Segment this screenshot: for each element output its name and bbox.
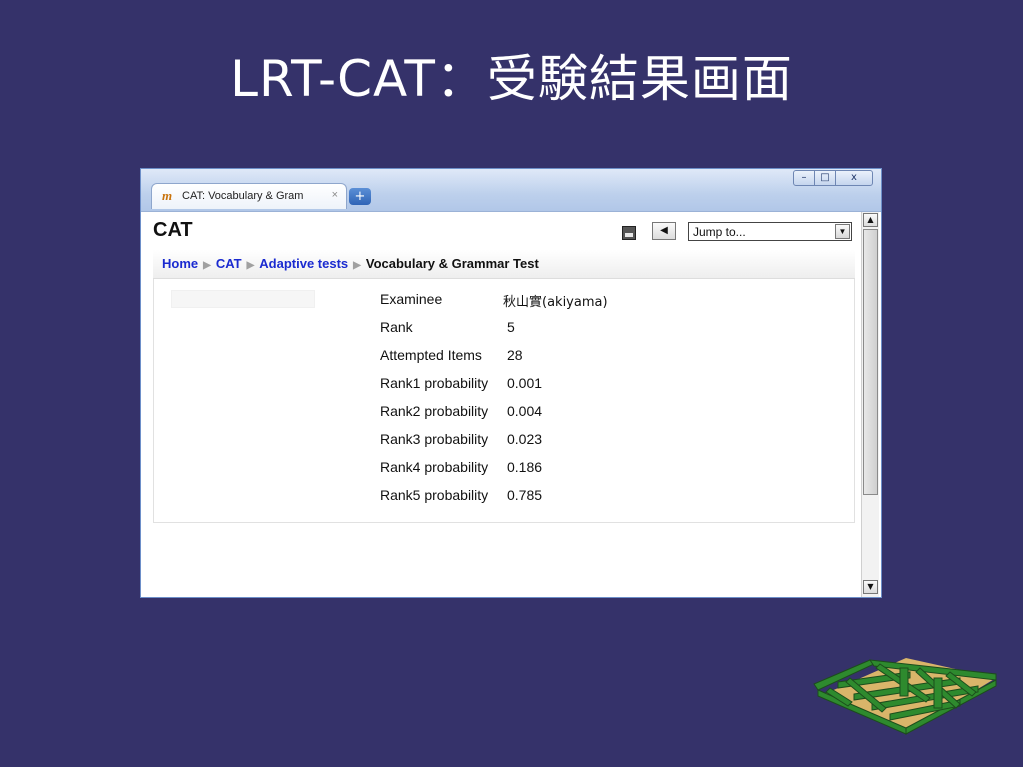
moodle-icon: m: [162, 188, 173, 203]
result-label: Rank4 probability: [380, 459, 489, 475]
result-label: Rank: [380, 319, 413, 335]
breadcrumb-adaptive-tests[interactable]: Adaptive tests: [259, 256, 348, 271]
jump-to-select[interactable]: Jump to... ▼: [688, 222, 852, 241]
blank-block: [171, 290, 315, 308]
breadcrumb-cat[interactable]: CAT: [216, 256, 242, 271]
scrollbar-thumb[interactable]: [863, 229, 878, 495]
breadcrumb-separator: ▶: [353, 260, 361, 271]
breadcrumb-home[interactable]: Home: [162, 256, 198, 271]
result-value: 0.001: [507, 375, 543, 391]
result-value: 5: [507, 319, 515, 335]
breadcrumb: Home ▶ CAT ▶ Adaptive tests ▶ Vocabulary & Gra…: [153, 250, 855, 279]
scroll-up-button[interactable]: ▲: [863, 213, 878, 227]
tab-title: CAT: Vocabulary & Gram: [182, 190, 304, 202]
result-label: Rank3 probability: [380, 431, 489, 447]
browser-window: m CAT: Vocabulary & Gram × + – □ x CAT ◀…: [140, 168, 882, 598]
result-label: Attempted Items: [380, 347, 482, 363]
breadcrumb-current: Vocabulary & Grammar Test: [365, 256, 539, 271]
result-value: 28: [507, 347, 523, 363]
result-value: 0.004: [507, 403, 543, 419]
close-window-button[interactable]: x: [835, 170, 873, 186]
minimize-button[interactable]: –: [793, 170, 815, 186]
breadcrumb-separator: ▶: [203, 260, 211, 271]
result-value: 0.023: [507, 431, 543, 447]
new-tab-button[interactable]: +: [349, 188, 371, 205]
back-button[interactable]: ◀: [652, 222, 676, 240]
page-heading: CAT: [153, 219, 193, 241]
maze-logo-icon: [813, 658, 997, 735]
slide-title: LRT-CAT：受験結果画面: [230, 50, 793, 108]
maximize-button[interactable]: □: [814, 170, 836, 186]
result-value: 0.186: [507, 459, 543, 475]
result-value: 0.785: [507, 487, 543, 503]
vertical-scrollbar[interactable]: ▲ ▼: [861, 212, 879, 597]
result-value: 秋山實(akiyama): [503, 295, 608, 310]
breadcrumb-separator: ▶: [246, 260, 255, 271]
browser-titlebar: m CAT: Vocabulary & Gram × + – □ x: [141, 169, 881, 212]
scroll-down-button[interactable]: ▼: [863, 580, 878, 594]
report-icon[interactable]: [622, 226, 636, 240]
result-label: Rank2 probability: [380, 403, 489, 419]
tab-close-icon[interactable]: ×: [332, 189, 338, 201]
result-label: Examinee: [380, 291, 443, 307]
results-panel: Examinee 秋山實(akiyama) Rank 5 Attempted I…: [153, 279, 855, 523]
result-label: Rank5 probability: [380, 487, 489, 503]
jump-to-value: Jump to...: [693, 225, 746, 239]
chevron-down-icon[interactable]: ▼: [835, 224, 850, 239]
result-label: Rank1 probability: [380, 375, 489, 391]
page-content: CAT ◀ Jump to... ▼ Home ▶ CAT ▶ Adaptive tes…: [141, 212, 861, 597]
browser-tab[interactable]: m CAT: Vocabulary & Gram ×: [151, 183, 347, 209]
